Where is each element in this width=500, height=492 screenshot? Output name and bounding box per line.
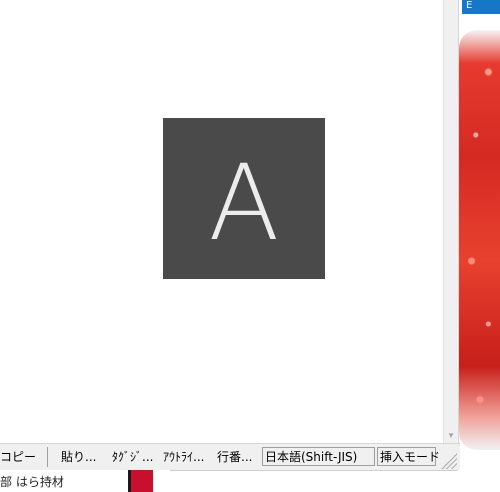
resize-grip-icon[interactable] bbox=[437, 449, 457, 469]
status-encoding[interactable]: 日本語(Shift-JIS) bbox=[262, 447, 375, 466]
status-separator bbox=[47, 447, 48, 467]
divider bbox=[170, 470, 458, 471]
underlying-text: 部 はら持材 bbox=[0, 475, 64, 489]
red-block bbox=[131, 470, 153, 492]
scroll-down-arrow-icon[interactable]: ▾ bbox=[444, 431, 458, 441]
blue-tab[interactable]: E bbox=[462, 0, 500, 14]
status-insert-mode[interactable]: 挿入モード bbox=[377, 447, 440, 466]
status-line-number[interactable]: 行番... bbox=[217, 449, 252, 465]
status-tag-jump[interactable]: ﾀｸﾞｼﾞ... bbox=[112, 449, 153, 465]
status-paste[interactable]: 貼り... bbox=[61, 449, 96, 465]
status-outline[interactable]: ｱｳﾄﾗｲ... bbox=[163, 449, 204, 465]
vertical-scrollbar[interactable]: ▾ bbox=[443, 0, 458, 443]
strawberry-photo bbox=[459, 30, 500, 450]
status-copy[interactable]: コピー bbox=[0, 449, 36, 465]
tile-letter: A bbox=[208, 141, 280, 264]
background-window: E bbox=[458, 0, 500, 470]
letter-a-icon: A bbox=[163, 118, 325, 279]
status-bar: コピー 貼り... ﾀｸﾞｼﾞ... ｱｳﾄﾗｲ... 行番... 日本語(Sh… bbox=[0, 443, 460, 471]
underlying-window: 部 はら持材 bbox=[0, 470, 500, 492]
editor-area[interactable]: A bbox=[0, 0, 443, 443]
